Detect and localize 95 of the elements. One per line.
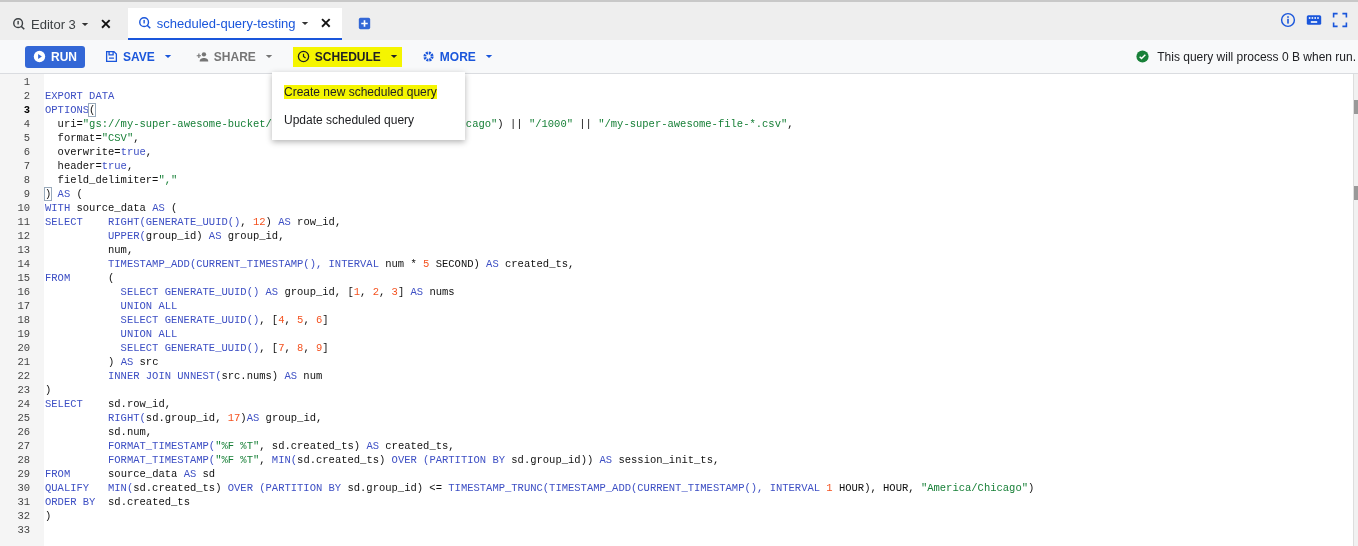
code-line: ) bbox=[45, 510, 52, 522]
status-message: This query will process 0 B when run. bbox=[1157, 49, 1356, 64]
code-line: header=true, bbox=[56, 160, 134, 172]
clock-icon bbox=[296, 50, 310, 63]
line-number: 22 bbox=[16, 370, 30, 382]
code-line: WITH source_data AS ( bbox=[45, 202, 178, 214]
menu-item[interactable]: Update scheduled query bbox=[272, 106, 465, 134]
code-line: ) AS ( bbox=[45, 188, 83, 200]
code-line: OPTIONS( bbox=[45, 104, 96, 116]
code-line: format="CSV", bbox=[56, 132, 140, 144]
code-line: ) bbox=[45, 384, 52, 396]
line-number: 30 bbox=[16, 482, 30, 494]
schedule-button[interactable]: SCHEDULE bbox=[292, 46, 402, 67]
code-line: EXPORT DATA bbox=[45, 90, 115, 102]
line-number: 16 bbox=[16, 286, 30, 298]
run-button[interactable]: RUN bbox=[25, 45, 85, 68]
info-icon[interactable] bbox=[1280, 12, 1296, 28]
line-number: 10 bbox=[16, 202, 30, 214]
code-line: UPPER(group_id) AS group_id, bbox=[107, 230, 285, 242]
line-number: 19 bbox=[16, 328, 30, 340]
code-line: uri="gs://my-super-awesome-bucket/ bbox=[56, 118, 272, 130]
line-number: 5 bbox=[22, 132, 30, 144]
line-number: 24 bbox=[16, 398, 30, 410]
code-line: cago") || "/1000" || "/my-super-awesome-file-*.csv", bbox=[465, 118, 794, 130]
save-button[interactable]: SAVE bbox=[101, 46, 176, 67]
caret-icon bbox=[163, 54, 172, 59]
more-button[interactable]: MORE bbox=[417, 46, 497, 67]
menu-item[interactable]: Create new scheduled query bbox=[272, 78, 465, 106]
scrollbar[interactable] bbox=[1353, 74, 1358, 546]
line-number: 21 bbox=[16, 356, 30, 368]
add-tab-icon[interactable] bbox=[357, 17, 371, 30]
save-icon bbox=[105, 50, 118, 63]
play-icon bbox=[33, 50, 46, 63]
add-person-icon bbox=[195, 50, 209, 63]
code-line: UNION ALL bbox=[119, 300, 178, 312]
code-line: sd.num, bbox=[107, 426, 153, 438]
line-number: 4 bbox=[22, 118, 30, 130]
line-number: 7 bbox=[22, 160, 30, 172]
code-line: ORDER BY sd.created_ts bbox=[45, 496, 190, 508]
settings-icon bbox=[421, 50, 435, 63]
caret-icon bbox=[484, 54, 493, 59]
line-number: 20 bbox=[16, 342, 30, 354]
line-number: 2 bbox=[22, 90, 30, 102]
line-number: 17 bbox=[16, 300, 30, 312]
code-line: UNION ALL bbox=[119, 328, 178, 340]
code-line: ) AS src bbox=[107, 356, 159, 368]
line-number: 18 bbox=[16, 314, 30, 326]
line-number: 1 bbox=[22, 76, 30, 88]
line-number: 28 bbox=[16, 454, 30, 466]
code-line: FROM source_data AS sd bbox=[45, 468, 216, 480]
caret-icon[interactable] bbox=[80, 21, 89, 27]
caret-icon bbox=[264, 54, 273, 59]
line-number: 23 bbox=[16, 384, 30, 396]
fullscreen-icon[interactable] bbox=[1332, 12, 1348, 28]
query-icon bbox=[137, 16, 152, 30]
code-line: FROM ( bbox=[45, 272, 115, 284]
code-line: SELECT GENERATE_UUID(), [4, 5, 6] bbox=[119, 314, 329, 326]
editor-tab[interactable]: scheduled-query-testing ✕ bbox=[127, 8, 342, 40]
close-button[interactable]: ✕ bbox=[319, 15, 332, 31]
code-line: SELECT RIGHT(GENERATE_UUID(), 12) AS row_id, bbox=[45, 216, 342, 228]
code-line: field_delimiter="," bbox=[56, 174, 178, 186]
code-line: overwrite=true, bbox=[56, 146, 153, 158]
query-icon bbox=[12, 17, 26, 31]
caret-icon bbox=[389, 54, 398, 59]
line-number: 31 bbox=[16, 496, 30, 508]
code-line: QUALIFY MIN(sd.created_ts) OVER (PARTITION BY sd.group_id) <= TIMESTAMP_TRUNC(TIMESTAMP_ADD(CURRENT_TIMESTAMP(), INTERVAL 1 HOUR), HOUR, "America/Chicago") bbox=[45, 482, 1035, 494]
line-number: 29 bbox=[16, 468, 30, 480]
close-button[interactable]: ✕ bbox=[99, 16, 112, 32]
editor-tab[interactable]: Editor 3 ✕ bbox=[10, 8, 122, 40]
check-icon bbox=[1136, 50, 1150, 63]
code-line: RIGHT(sd.group_id, 17)AS group_id, bbox=[107, 412, 323, 424]
line-number: 12 bbox=[16, 230, 30, 242]
line-number: 33 bbox=[16, 524, 30, 536]
code-line: SELECT GENERATE_UUID(), [7, 8, 9] bbox=[119, 342, 329, 354]
line-number: 15 bbox=[16, 272, 30, 284]
line-number: 8 bbox=[22, 174, 30, 186]
line-number: 25 bbox=[16, 412, 30, 424]
line-number: 6 bbox=[22, 146, 30, 158]
line-number: 11 bbox=[16, 216, 30, 228]
code-line: INNER JOIN UNNEST(src.nums) AS num bbox=[107, 370, 323, 382]
line-number: 13 bbox=[16, 244, 30, 256]
line-number: 3 bbox=[22, 104, 30, 116]
caret-icon[interactable] bbox=[300, 20, 309, 26]
keyboard-icon[interactable] bbox=[1306, 12, 1322, 28]
code-line: FORMAT_TIMESTAMP("%F %T", sd.created_ts) AS created_ts, bbox=[107, 440, 455, 452]
code-line: num, bbox=[107, 244, 134, 256]
code-line: FORMAT_TIMESTAMP("%F %T", MIN(sd.created_ts) OVER (PARTITION BY sd.group_id)) AS session_init_ts, bbox=[107, 454, 720, 466]
code-line: TIMESTAMP_ADD(CURRENT_TIMESTAMP(), INTERVAL num * 5 SECOND) AS created_ts, bbox=[107, 258, 575, 270]
code-line: SELECT GENERATE_UUID() AS group_id, [1, 2, 3] AS nums bbox=[119, 286, 455, 298]
line-number: 14 bbox=[16, 258, 30, 270]
line-number: 27 bbox=[16, 440, 30, 452]
code-line: SELECT sd.row_id, bbox=[45, 398, 172, 410]
line-number: 26 bbox=[16, 426, 30, 438]
line-number: 32 bbox=[16, 510, 30, 522]
line-number: 9 bbox=[22, 188, 30, 200]
